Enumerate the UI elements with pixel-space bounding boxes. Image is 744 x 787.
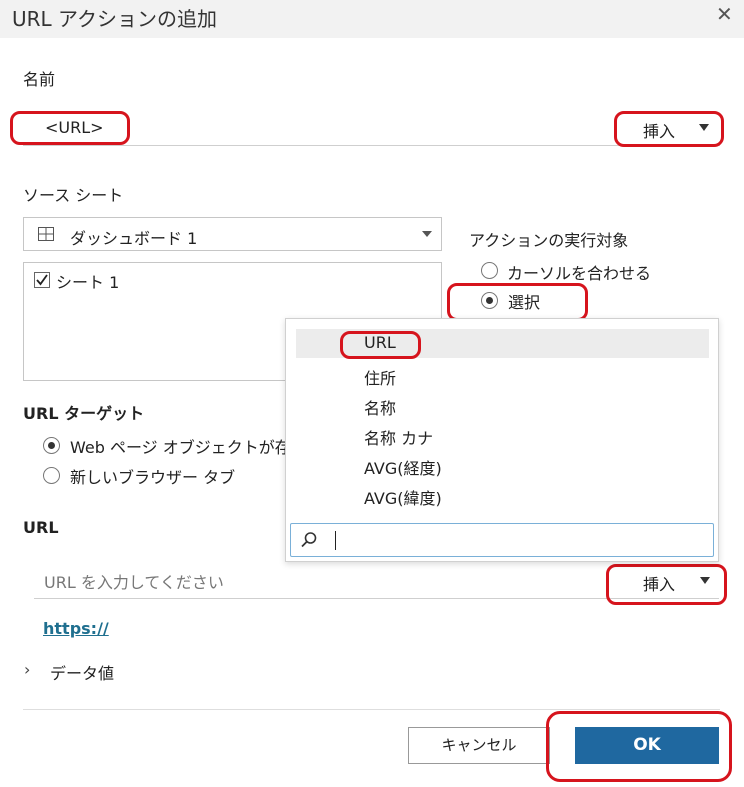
annotation-highlight — [546, 711, 732, 782]
annotation-highlight — [10, 111, 130, 145]
dropdown-item-label: AVG(緯度) — [364, 489, 442, 508]
dropdown-item-label: 名称 カナ — [364, 429, 434, 448]
dropdown-item[interactable]: 住所 — [296, 361, 709, 390]
radio-new-browser-tab[interactable] — [43, 467, 60, 484]
run-action-label: アクションの実行対象 — [469, 231, 629, 250]
url-target-label: URL ターゲット — [23, 404, 145, 423]
dropdown-item[interactable]: 名称 カナ — [296, 421, 709, 450]
cancel-button[interactable]: キャンセル — [408, 727, 550, 764]
dropdown-search-input[interactable] — [290, 523, 714, 557]
sheet-checkbox[interactable] — [34, 272, 50, 288]
text-cursor — [335, 531, 336, 550]
close-icon[interactable]: ✕ — [716, 2, 733, 26]
radio-new-browser-tab-label: 新しいブラウザー タブ — [70, 468, 236, 487]
radio-web-page-object-label: Web ページ オブジェクトが存在 — [70, 438, 285, 457]
dropdown-item-label: AVG(経度) — [364, 459, 442, 478]
source-sheet-label: ソース シート — [23, 186, 124, 205]
radio-hover[interactable] — [481, 262, 498, 279]
annotation-highlight — [606, 564, 727, 605]
dropdown-item[interactable]: AVG(緯度) — [296, 481, 709, 510]
radio-web-page-object[interactable] — [43, 437, 60, 454]
annotation-highlight — [614, 111, 724, 147]
url-label: URL — [23, 518, 59, 537]
dropdown-item-label: 住所 — [364, 369, 397, 388]
radio-hover-label: カーソルを合わせる — [507, 264, 652, 283]
dropdown-item[interactable]: AVG(経度) — [296, 451, 709, 480]
footer-divider — [23, 709, 720, 710]
search-icon — [301, 532, 317, 548]
check-icon — [36, 274, 48, 286]
dropdown-item-label: 名称 — [364, 399, 397, 418]
dropdown-item[interactable]: 名称 — [296, 391, 709, 420]
sheet-item-label: シート 1 — [56, 273, 120, 292]
chevron-right-icon[interactable]: › — [24, 660, 30, 679]
url-input[interactable]: URL を入力してください — [44, 569, 224, 593]
name-input-underline — [23, 145, 720, 146]
chevron-down-icon — [422, 231, 432, 237]
source-sheet-select[interactable]: ダッシュボード 1 — [23, 217, 442, 251]
annotation-highlight — [340, 331, 421, 359]
url-preview-link[interactable]: https:// — [43, 619, 109, 638]
annotation-highlight — [447, 283, 588, 321]
source-sheet-value: ダッシュボード 1 — [70, 229, 198, 248]
dialog-title: URL アクションの追加 — [12, 7, 218, 31]
name-label: 名前 — [23, 70, 56, 89]
grid-icon — [38, 227, 54, 241]
data-values-toggle[interactable]: データ値 — [50, 660, 114, 684]
